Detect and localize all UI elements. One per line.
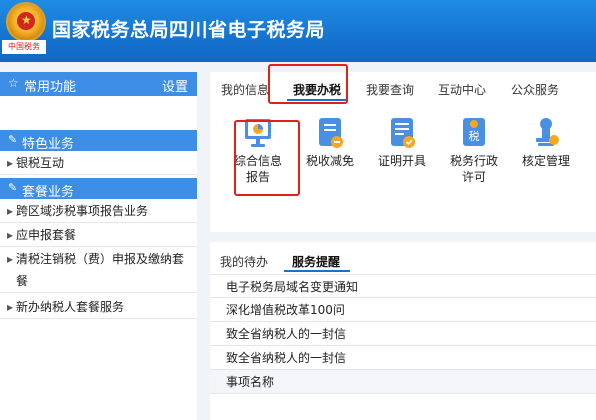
package-business-label: 套餐业务 bbox=[22, 185, 75, 200]
featured-business-bar: ✎ 特色业务 bbox=[0, 130, 197, 152]
package-business-bar: ✎ 套餐业务 bbox=[0, 178, 197, 200]
sidebar-item-bank-tax[interactable]: ▸ 银税互动 bbox=[0, 152, 197, 175]
assessment-icon bbox=[536, 118, 559, 146]
certificate-icon bbox=[391, 118, 415, 148]
service-label: 税务行政 许可 bbox=[449, 154, 498, 184]
sidebar-item-label: 新办纳税人套餐服务 bbox=[16, 300, 125, 314]
settings-link[interactable]: 设置 bbox=[162, 76, 188, 95]
tax-emblem-icon: ★ bbox=[6, 2, 46, 42]
bullet-icon: ▸ bbox=[7, 252, 14, 266]
bullet-icon: ▸ bbox=[7, 228, 14, 242]
tab-public-service[interactable]: 公众服务 bbox=[511, 81, 559, 98]
reminders-panel: 我的待办 服务提醒 电子税务局域名变更通知 深化增值税改革100问 致全省纳税人… bbox=[210, 242, 596, 420]
tab-my-todo[interactable]: 我的待办 bbox=[220, 253, 268, 270]
tab-query[interactable]: 我要查询 bbox=[366, 81, 414, 98]
tax-permit-icon: 税 bbox=[463, 118, 485, 146]
sidebar-item-declaration-package[interactable]: ▸ 应申报套餐 bbox=[0, 224, 197, 247]
site-title[interactable]: 国家税务总局四川省电子税务局 bbox=[52, 15, 325, 42]
list-item[interactable]: 电子税务局域名变更通知 bbox=[210, 274, 596, 298]
sidebar-item-label: 银税互动 bbox=[16, 156, 65, 170]
sidebar-item-new-taxpayer[interactable]: ▸ 新办纳税人套餐服务 bbox=[0, 296, 197, 319]
site-header: ★ 中国税务 国家税务总局四川省电子税务局 bbox=[0, 0, 596, 62]
active-tab-indicator bbox=[284, 270, 350, 272]
common-functions-bar: ☆ 常用功能 设置 bbox=[0, 72, 197, 96]
service-tax-relief[interactable]: 税收减免 bbox=[295, 116, 365, 169]
tab-my-info[interactable]: 我的信息 bbox=[221, 81, 269, 98]
tax-service-panel: 我的信息 我要办税 我要查询 互动中心 公众服务 综合信息 报告 税收减免 证明… bbox=[210, 64, 596, 232]
service-certificate[interactable]: 证明开具 bbox=[367, 116, 437, 169]
star-icon: ☆ bbox=[8, 76, 19, 90]
bullet-icon: ▸ bbox=[7, 156, 14, 170]
service-label: 证明开具 bbox=[377, 154, 426, 168]
highlight-box-service bbox=[234, 120, 300, 196]
bullet-icon: ▸ bbox=[7, 204, 14, 218]
service-assessment[interactable]: 核定管理 bbox=[511, 116, 581, 169]
sidebar-item-deregistration-package[interactable]: ▸ 清税注销税（费）申报及缴纳套餐 bbox=[0, 248, 197, 293]
featured-business-label: 特色业务 bbox=[22, 137, 75, 152]
list-item[interactable]: 深化增值税改革100问 bbox=[210, 298, 596, 322]
highlight-box-tab bbox=[268, 64, 348, 104]
tax-relief-icon bbox=[319, 118, 343, 148]
common-functions-label: 常用功能 bbox=[24, 80, 77, 95]
pencil-icon: ✎ bbox=[8, 181, 18, 194]
pencil-icon: ✎ bbox=[8, 133, 18, 146]
service-tax-permit[interactable]: 税 税务行政 许可 bbox=[439, 116, 509, 185]
sidebar-item-label: 跨区域涉税事项报告业务 bbox=[16, 204, 149, 218]
permit-badge-text: 税 bbox=[469, 129, 480, 143]
service-label: 核定管理 bbox=[521, 154, 570, 168]
sidebar-item-label: 清税注销税（费）申报及缴纳套餐 bbox=[16, 252, 185, 288]
sidebar-item-label: 应申报套餐 bbox=[16, 228, 77, 242]
column-header: 事项名称 bbox=[210, 370, 596, 394]
sidebar-item-cross-region[interactable]: ▸ 跨区域涉税事项报告业务 bbox=[0, 200, 197, 223]
service-label: 税收减免 bbox=[305, 154, 354, 168]
list-item[interactable]: 致全省纳税人的一封信 bbox=[210, 346, 596, 370]
tab-interaction[interactable]: 互动中心 bbox=[438, 81, 486, 98]
list-item[interactable]: 致全省纳税人的一封信 bbox=[210, 322, 596, 346]
tab-service-reminder[interactable]: 服务提醒 bbox=[292, 253, 340, 270]
seal-text: 中国税务 bbox=[2, 40, 46, 54]
sidebar: ☆ 常用功能 设置 ✎ 特色业务 ▸ 银税互动 ✎ 套餐业务 ▸ 跨区域涉税事项… bbox=[0, 72, 197, 420]
bullet-icon: ▸ bbox=[7, 300, 14, 314]
